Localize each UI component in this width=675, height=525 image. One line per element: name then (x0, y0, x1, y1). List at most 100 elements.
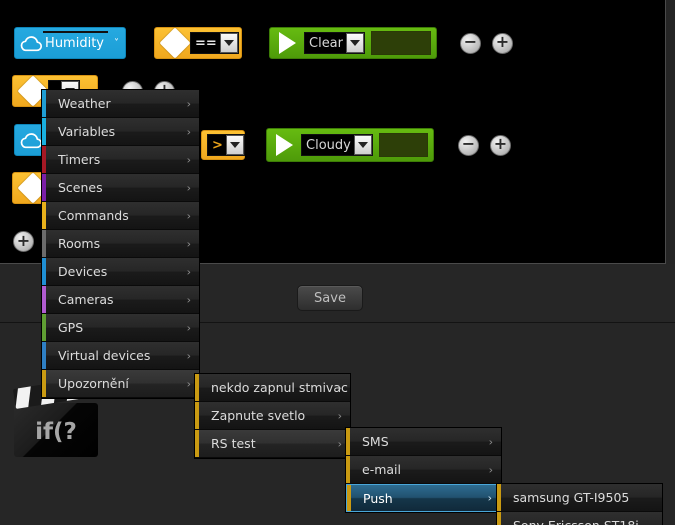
rule-row-2-rest: > Cloudy − + (201, 128, 511, 162)
menu-item-color-bar (346, 428, 350, 455)
menu-item-color-bar (42, 146, 46, 173)
menu-item-gps[interactable]: GPS › (42, 314, 199, 342)
dropdown-arrow-icon[interactable] (225, 135, 244, 155)
action-block-1[interactable]: Clear (269, 27, 437, 59)
operator-value-2: > (212, 137, 223, 153)
chevron-right-icon: › (186, 237, 191, 250)
menu-item-upozorn-n[interactable]: Upozornění › (42, 370, 199, 398)
menu-item-label: e-mail (362, 462, 401, 477)
save-button-label: Save (314, 290, 346, 306)
chevron-right-icon: › (186, 321, 191, 334)
menu-item-cameras[interactable]: Cameras › (42, 286, 199, 314)
menu-item-color-bar (195, 402, 199, 429)
menu-item-color-bar (42, 230, 46, 257)
play-icon (279, 32, 296, 54)
menu-item-scenes[interactable]: Scenes › (42, 174, 199, 202)
operator-block-2[interactable]: > (201, 130, 245, 160)
chevron-right-icon: › (186, 209, 191, 222)
menu-item-color-bar (42, 314, 46, 341)
dropdown-arrow-icon[interactable] (219, 33, 238, 53)
context-menu-level-4: samsung GT-I9505 Sony Ericsson ST18i (496, 483, 663, 525)
app-root: Humidity ˅ == Clear − + > Cloudy − + + S… (0, 0, 675, 525)
menu-item-rooms[interactable]: Rooms › (42, 230, 199, 258)
notify-type-item-e-mail[interactable]: e-mail › (346, 456, 501, 484)
add-rule-button[interactable]: + (13, 231, 34, 252)
menu-item-variables[interactable]: Variables › (42, 118, 199, 146)
submenu-item-rs-test[interactable]: RS test › (195, 430, 350, 458)
menu-item-color-bar (347, 485, 351, 511)
menu-item-label: Zapnute svetlo (211, 408, 306, 423)
menu-item-virtual-devices[interactable]: Virtual devices › (42, 342, 199, 370)
action-select-1[interactable]: Clear (304, 32, 365, 54)
operator-select-1[interactable]: == (190, 32, 239, 54)
device-item-sony-ericsson-st18i[interactable]: Sony Ericsson ST18i (497, 512, 662, 525)
menu-item-color-bar (42, 370, 46, 397)
menu-item-weather[interactable]: Weather › (42, 90, 199, 118)
add-rule-button-2[interactable]: + (490, 134, 511, 156)
action-value-1: Clear (309, 35, 343, 51)
menu-item-label: GPS (58, 320, 84, 335)
remove-rule-button-2[interactable]: − (458, 134, 479, 156)
operator-block-1[interactable]: == (154, 27, 242, 59)
menu-item-timers[interactable]: Timers › (42, 146, 199, 174)
menu-item-label: Devices (58, 264, 108, 279)
menu-item-color-bar (195, 374, 199, 401)
chevron-right-icon: › (487, 491, 492, 505)
trigger-label-1: Humidity (43, 31, 108, 55)
menu-item-label: Weather (58, 96, 111, 111)
notify-type-item-sms[interactable]: SMS › (346, 428, 501, 456)
operator-select-2[interactable]: > (207, 134, 245, 156)
menu-item-label: samsung GT-I9505 (513, 490, 630, 505)
chevron-right-icon: › (186, 153, 191, 166)
menu-item-color-bar (497, 512, 501, 525)
menu-item-label: Timers (58, 152, 101, 167)
menu-item-color-bar (42, 90, 46, 117)
chevron-right-icon: › (186, 97, 191, 110)
menu-item-label: Sony Ericsson ST18i (513, 518, 639, 525)
menu-item-color-bar (42, 258, 46, 285)
operator-value-1: == (195, 35, 217, 51)
chevron-right-icon: › (186, 377, 191, 390)
cloud-icon (19, 31, 43, 55)
save-button[interactable]: Save (297, 285, 363, 311)
menu-item-label: Push (363, 490, 393, 506)
dropdown-arrow-icon[interactable] (346, 33, 364, 53)
context-menu-level-3: SMS › e-mail › Push › (345, 427, 502, 513)
chevron-right-icon: › (186, 293, 191, 306)
cloud-icon (19, 128, 43, 152)
menu-item-color-bar (42, 286, 46, 313)
chevron-right-icon: › (186, 125, 191, 138)
menu-item-label: Commands (58, 208, 129, 223)
action-select-2[interactable]: Cloudy (301, 134, 373, 156)
chevron-right-icon: › (186, 181, 191, 194)
action-value-field-1[interactable] (371, 31, 431, 55)
menu-item-color-bar (346, 456, 350, 483)
device-item-samsung-gt-i9505[interactable]: samsung GT-I9505 (497, 484, 662, 512)
trigger-block-1[interactable]: Humidity ˅ (14, 27, 126, 59)
submenu-item-nekdo-zapnul-stmivac[interactable]: nekdo zapnul stmivac › (195, 374, 350, 402)
chevron-right-icon: › (337, 409, 342, 422)
menu-item-label: Virtual devices (58, 348, 151, 363)
menu-item-label: Variables (58, 124, 116, 139)
chevron-right-icon: › (337, 437, 342, 450)
chevron-right-icon: › (186, 349, 191, 362)
action-value-field-2[interactable] (378, 133, 428, 157)
notify-type-item-push[interactable]: Push › (346, 484, 501, 512)
menu-item-color-bar (42, 118, 46, 145)
add-rule-button-1[interactable]: + (492, 32, 513, 54)
action-block-2[interactable]: Cloudy (266, 128, 434, 162)
dropdown-arrow-icon[interactable] (353, 135, 372, 155)
context-menu-level-1: Weather › Variables › Timers › Scenes › Commands… (41, 89, 200, 399)
remove-rule-button-1[interactable]: − (460, 32, 481, 54)
menu-item-color-bar (42, 174, 46, 201)
rule-row-1: Humidity ˅ == Clear − + (14, 27, 513, 59)
menu-item-label: RS test (211, 436, 256, 451)
menu-item-devices[interactable]: Devices › (42, 258, 199, 286)
chevron-down-icon[interactable]: ˅ (114, 38, 119, 49)
play-icon (276, 134, 293, 156)
menu-item-commands[interactable]: Commands › (42, 202, 199, 230)
context-menu-level-2: nekdo zapnul stmivac › Zapnute svetlo › RS t… (194, 373, 351, 459)
submenu-item-zapnute-svetlo[interactable]: Zapnute svetlo › (195, 402, 350, 430)
menu-item-color-bar (195, 430, 199, 457)
menu-item-label: Scenes (58, 180, 103, 195)
